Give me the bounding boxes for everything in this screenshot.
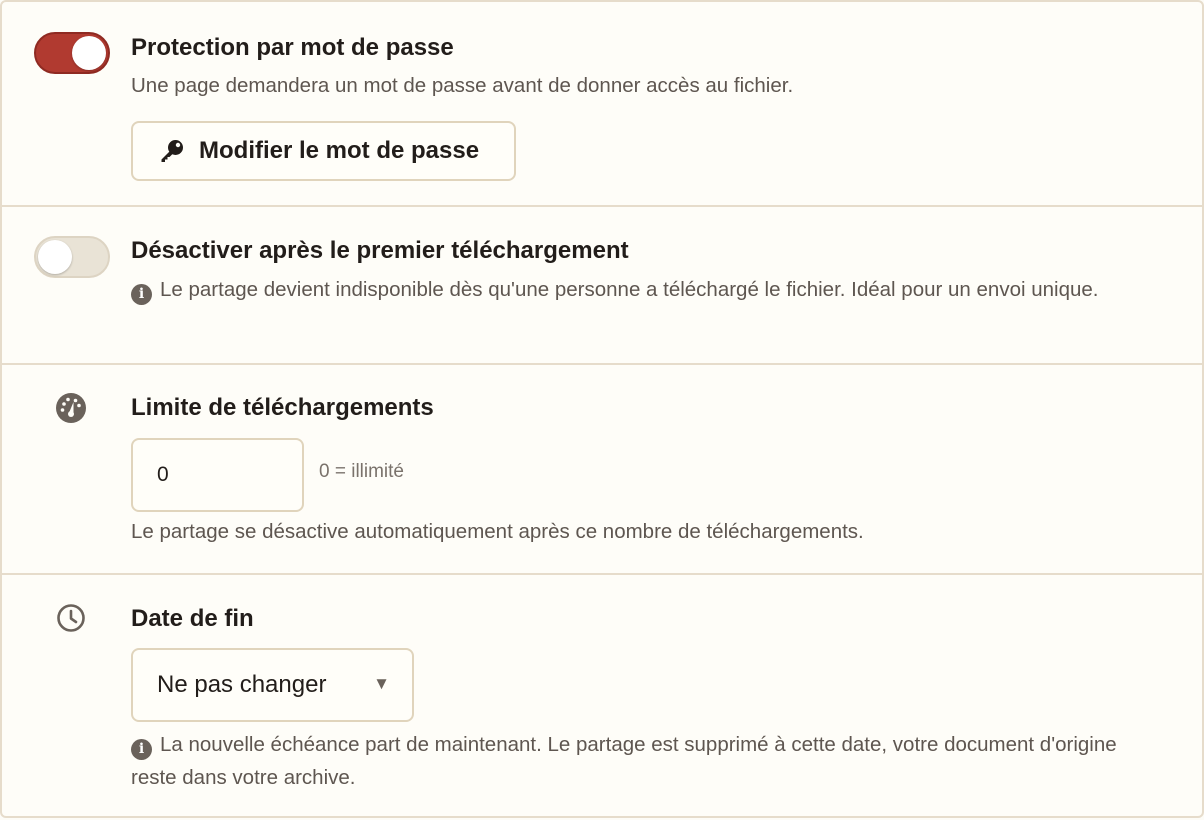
one-time-download-section: Désactiver après le premier téléchargeme… — [2, 207, 1202, 365]
password-protection-title: Protection par mot de passe — [131, 34, 454, 61]
info-icon: i — [131, 739, 152, 760]
gauge-icon — [56, 393, 86, 423]
clock-icon — [57, 604, 85, 632]
key-icon — [161, 140, 183, 162]
end-date-description: i La nouvelle échéance part de maintenant… — [131, 728, 1132, 794]
toggle-knob — [38, 240, 72, 274]
end-date-selected-value: Ne pas changer — [157, 671, 327, 698]
download-limit-description: Le partage se désactive automatiquement … — [131, 520, 864, 543]
download-limit-section: Limite de téléchargements 0 = illimité L… — [2, 365, 1202, 575]
info-icon: i — [131, 284, 152, 305]
end-date-section: Date de fin Ne pas changer ▼ i La nouvell… — [2, 575, 1202, 820]
password-protection-description: Une page demandera un mot de passe avant… — [131, 74, 794, 97]
toggle-knob — [72, 36, 106, 70]
change-password-button[interactable]: Modifier le mot de passe — [131, 121, 516, 181]
download-limit-hint: 0 = illimité — [319, 461, 404, 482]
download-limit-input[interactable] — [131, 438, 304, 512]
end-date-title: Date de fin — [131, 605, 254, 632]
change-password-label: Modifier le mot de passe — [199, 137, 480, 164]
end-date-select[interactable]: Ne pas changer ▼ — [131, 648, 414, 722]
password-protection-section: Protection par mot de passe Une page dem… — [2, 2, 1202, 207]
chevron-down-icon: ▼ — [373, 674, 390, 693]
one-time-download-title: Désactiver après le premier téléchargeme… — [131, 237, 629, 264]
one-time-download-description: i Le partage devient indisponible dès qu'… — [131, 273, 1132, 306]
password-protection-toggle[interactable] — [34, 32, 110, 74]
one-time-download-toggle[interactable] — [34, 236, 110, 278]
one-time-download-text: Le partage devient indisponible dès qu'u… — [160, 278, 1099, 301]
download-limit-title: Limite de téléchargements — [131, 394, 434, 421]
share-settings-panel: Protection par mot de passe Une page dem… — [0, 0, 1204, 818]
end-date-text: La nouvelle échéance part de maintenant.… — [131, 733, 1117, 789]
